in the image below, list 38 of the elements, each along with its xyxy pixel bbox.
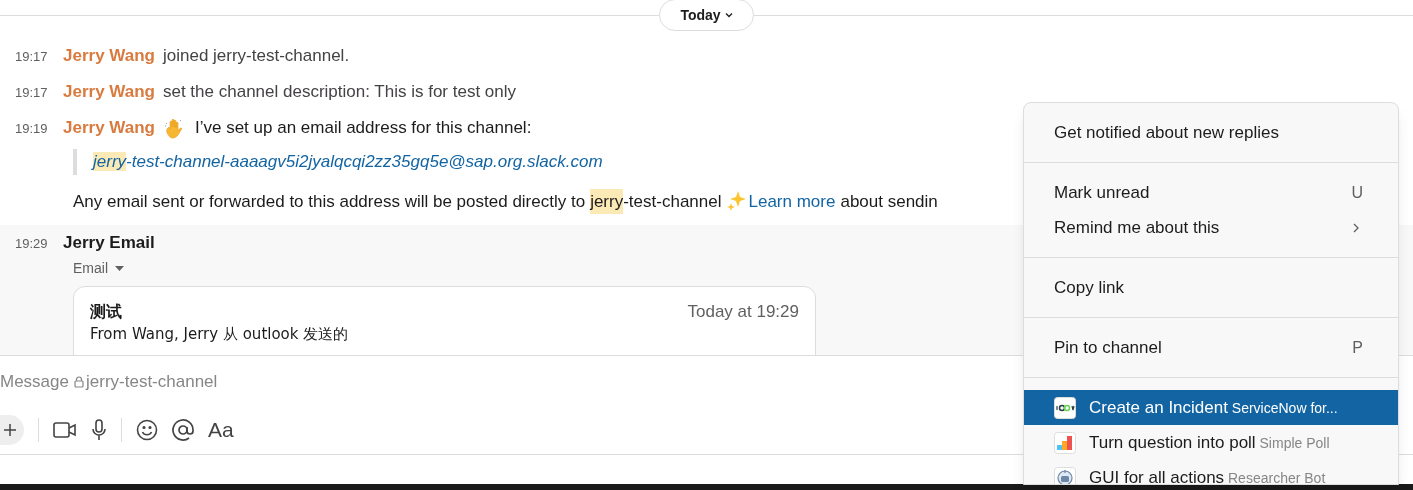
menu-item[interactable]: Create an Incident ServiceNow for... [1024,390,1398,425]
bar-chart-icon [1054,431,1076,454]
plus-icon[interactable] [0,415,24,445]
email-address-link[interactable]: jerry-test-channel-aaaagv5i2jyalqcqi2zz35gq5e@sap.org.slack.com [93,152,603,171]
formatting-button[interactable]: Aa [208,414,234,446]
composer-channel-name: jerry-test-channel [86,371,218,394]
mention-icon[interactable] [172,419,194,441]
search-highlight: jerry [590,188,624,214]
composer-placeholder: Message [0,371,69,394]
message-time: 19:19 [15,120,49,138]
author-name[interactable]: Jerry Email [63,231,155,255]
message-text: I’ve set up an email address for this channel: [194,117,532,139]
message-text: -test-channel [623,190,722,213]
menu-item[interactable]: Get notified about new replies [1024,115,1398,150]
caret-icon [724,12,733,18]
message-text: Any email sent or forwarded to this address will be posted directly to [73,190,586,213]
menu-item[interactable]: Remind me about this [1024,210,1398,245]
message-text: set the channel description: This is for test only [162,81,517,103]
email-subject: 测试 [90,300,122,323]
email-label: Email [73,259,108,278]
app-logo-icon [1054,396,1076,419]
email-body: From Wang, Jerry 从 outlook 发送的 [90,324,350,343]
message-text: joined jerry-test-channel. [162,45,350,67]
message-time: 19:29 [15,235,49,253]
message-text: about sendin [840,190,938,213]
emoji-icon[interactable] [136,419,158,441]
learn-more-link[interactable]: Learn more [748,188,836,214]
message-time: 19:17 [15,48,49,66]
message-time: 19:17 [15,84,49,102]
date-divider-button[interactable]: Today [659,0,754,31]
menu-item[interactable]: Mark unread U [1024,175,1398,210]
microphone-icon[interactable] [91,419,107,441]
dropdown-caret-icon[interactable] [115,265,124,272]
video-icon[interactable] [53,421,77,439]
menu-item[interactable]: Copy link [1024,270,1398,305]
email-timestamp: Today at 19:29 [687,301,799,323]
menu-item[interactable]: GUI for all actions Researcher Bot [1024,460,1398,484]
lock-icon [74,376,84,388]
